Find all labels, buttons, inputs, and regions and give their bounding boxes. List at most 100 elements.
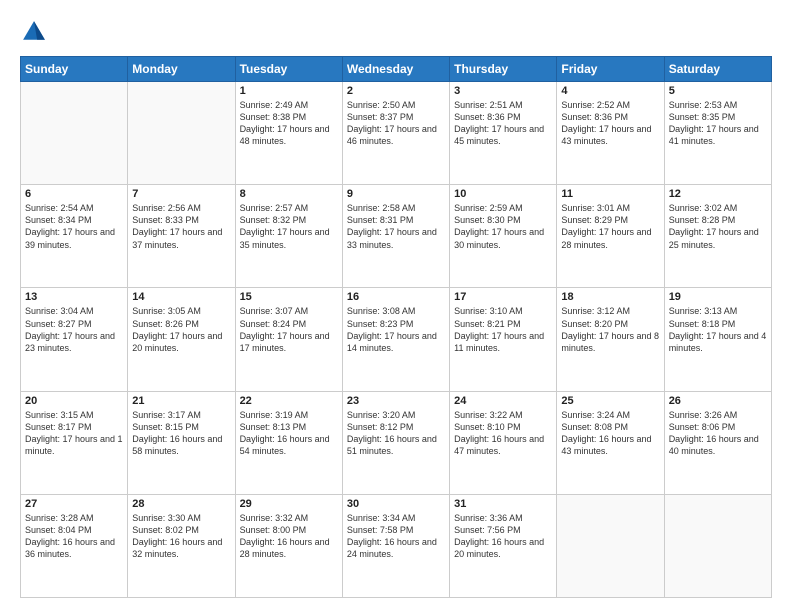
day-cell: 29 Sunrise: 3:32 AM Sunset: 8:00 PM Dayli… — [235, 494, 342, 597]
col-header-saturday: Saturday — [664, 57, 771, 82]
day-info: Sunrise: 2:54 AM Sunset: 8:34 PM Dayligh… — [25, 202, 123, 251]
day-info: Sunrise: 3:13 AM Sunset: 8:18 PM Dayligh… — [669, 305, 767, 354]
day-cell: 11 Sunrise: 3:01 AM Sunset: 8:29 PM Dayli… — [557, 185, 664, 288]
day-info: Sunrise: 2:52 AM Sunset: 8:36 PM Dayligh… — [561, 99, 659, 148]
day-number: 5 — [669, 85, 767, 97]
day-cell: 23 Sunrise: 3:20 AM Sunset: 8:12 PM Dayli… — [342, 391, 449, 494]
day-info: Sunrise: 3:17 AM Sunset: 8:15 PM Dayligh… — [132, 409, 230, 458]
day-number: 3 — [454, 85, 552, 97]
header — [20, 18, 772, 46]
calendar-table: SundayMondayTuesdayWednesdayThursdayFrid… — [20, 56, 772, 598]
page: SundayMondayTuesdayWednesdayThursdayFrid… — [0, 0, 792, 612]
day-info: Sunrise: 2:57 AM Sunset: 8:32 PM Dayligh… — [240, 202, 338, 251]
day-number: 1 — [240, 85, 338, 97]
day-number: 29 — [240, 498, 338, 510]
day-info: Sunrise: 3:20 AM Sunset: 8:12 PM Dayligh… — [347, 409, 445, 458]
col-header-monday: Monday — [128, 57, 235, 82]
col-header-tuesday: Tuesday — [235, 57, 342, 82]
day-cell: 21 Sunrise: 3:17 AM Sunset: 8:15 PM Dayli… — [128, 391, 235, 494]
day-number: 23 — [347, 395, 445, 407]
day-number: 8 — [240, 188, 338, 200]
day-number: 10 — [454, 188, 552, 200]
day-cell: 19 Sunrise: 3:13 AM Sunset: 8:18 PM Dayli… — [664, 288, 771, 391]
day-info: Sunrise: 3:05 AM Sunset: 8:26 PM Dayligh… — [132, 305, 230, 354]
day-cell: 5 Sunrise: 2:53 AM Sunset: 8:35 PM Daylig… — [664, 82, 771, 185]
week-row-4: 20 Sunrise: 3:15 AM Sunset: 8:17 PM Dayli… — [21, 391, 772, 494]
day-cell: 8 Sunrise: 2:57 AM Sunset: 8:32 PM Daylig… — [235, 185, 342, 288]
day-number: 20 — [25, 395, 123, 407]
day-number: 6 — [25, 188, 123, 200]
day-info: Sunrise: 3:04 AM Sunset: 8:27 PM Dayligh… — [25, 305, 123, 354]
day-number: 19 — [669, 291, 767, 303]
day-number: 13 — [25, 291, 123, 303]
day-number: 25 — [561, 395, 659, 407]
day-number: 11 — [561, 188, 659, 200]
day-cell: 13 Sunrise: 3:04 AM Sunset: 8:27 PM Dayli… — [21, 288, 128, 391]
week-row-2: 6 Sunrise: 2:54 AM Sunset: 8:34 PM Daylig… — [21, 185, 772, 288]
day-number: 14 — [132, 291, 230, 303]
day-cell: 7Sunrise: 2:56 AM Sunset: 8:33 PM Daylig… — [128, 185, 235, 288]
day-number: 24 — [454, 395, 552, 407]
logo-icon — [20, 18, 48, 46]
day-info: Sunrise: 3:12 AM Sunset: 8:20 PM Dayligh… — [561, 305, 659, 354]
day-cell: 26Sunrise: 3:26 AM Sunset: 8:06 PM Dayli… — [664, 391, 771, 494]
day-number: 2 — [347, 85, 445, 97]
col-header-thursday: Thursday — [450, 57, 557, 82]
day-cell: 15 Sunrise: 3:07 AM Sunset: 8:24 PM Dayli… — [235, 288, 342, 391]
day-info: Sunrise: 2:51 AM Sunset: 8:36 PM Dayligh… — [454, 99, 552, 148]
day-info: Sunrise: 2:50 AM Sunset: 8:37 PM Dayligh… — [347, 99, 445, 148]
day-info: Sunrise: 2:53 AM Sunset: 8:35 PM Dayligh… — [669, 99, 767, 148]
day-info: Sunrise: 3:08 AM Sunset: 8:23 PM Dayligh… — [347, 305, 445, 354]
day-cell: 6 Sunrise: 2:54 AM Sunset: 8:34 PM Daylig… — [21, 185, 128, 288]
day-cell: 22 Sunrise: 3:19 AM Sunset: 8:13 PM Dayli… — [235, 391, 342, 494]
day-number: 12 — [669, 188, 767, 200]
day-info: Sunrise: 3:24 AM Sunset: 8:08 PM Dayligh… — [561, 409, 659, 458]
day-cell: 18Sunrise: 3:12 AM Sunset: 8:20 PM Dayli… — [557, 288, 664, 391]
day-cell — [664, 494, 771, 597]
day-info: Sunrise: 3:19 AM Sunset: 8:13 PM Dayligh… — [240, 409, 338, 458]
day-cell: 1 Sunrise: 2:49 AM Sunset: 8:38 PM Daylig… — [235, 82, 342, 185]
week-row-5: 27 Sunrise: 3:28 AM Sunset: 8:04 PM Dayli… — [21, 494, 772, 597]
day-cell: 17Sunrise: 3:10 AM Sunset: 8:21 PM Dayli… — [450, 288, 557, 391]
day-number: 28 — [132, 498, 230, 510]
day-cell: 30 Sunrise: 3:34 AM Sunset: 7:58 PM Dayli… — [342, 494, 449, 597]
day-info: Sunrise: 3:07 AM Sunset: 8:24 PM Dayligh… — [240, 305, 338, 354]
day-cell: 24Sunrise: 3:22 AM Sunset: 8:10 PM Dayli… — [450, 391, 557, 494]
day-cell: 20 Sunrise: 3:15 AM Sunset: 8:17 PM Dayli… — [21, 391, 128, 494]
day-cell: 12 Sunrise: 3:02 AM Sunset: 8:28 PM Dayli… — [664, 185, 771, 288]
day-info: Sunrise: 3:15 AM Sunset: 8:17 PM Dayligh… — [25, 409, 123, 458]
day-number: 21 — [132, 395, 230, 407]
day-cell: 31Sunrise: 3:36 AM Sunset: 7:56 PM Dayli… — [450, 494, 557, 597]
day-info: Sunrise: 3:02 AM Sunset: 8:28 PM Dayligh… — [669, 202, 767, 251]
day-info: Sunrise: 3:34 AM Sunset: 7:58 PM Dayligh… — [347, 512, 445, 561]
day-info: Sunrise: 3:30 AM Sunset: 8:02 PM Dayligh… — [132, 512, 230, 561]
day-number: 27 — [25, 498, 123, 510]
day-number: 30 — [347, 498, 445, 510]
day-info: Sunrise: 3:01 AM Sunset: 8:29 PM Dayligh… — [561, 202, 659, 251]
day-cell: 3 Sunrise: 2:51 AM Sunset: 8:36 PM Daylig… — [450, 82, 557, 185]
day-number: 15 — [240, 291, 338, 303]
logo — [20, 18, 52, 46]
day-info: Sunrise: 3:28 AM Sunset: 8:04 PM Dayligh… — [25, 512, 123, 561]
day-info: Sunrise: 3:32 AM Sunset: 8:00 PM Dayligh… — [240, 512, 338, 561]
week-row-1: 1 Sunrise: 2:49 AM Sunset: 8:38 PM Daylig… — [21, 82, 772, 185]
day-cell: 25 Sunrise: 3:24 AM Sunset: 8:08 PM Dayli… — [557, 391, 664, 494]
day-info: Sunrise: 3:26 AM Sunset: 8:06 PM Dayligh… — [669, 409, 767, 458]
day-cell: 2 Sunrise: 2:50 AM Sunset: 8:37 PM Daylig… — [342, 82, 449, 185]
day-number: 22 — [240, 395, 338, 407]
week-row-3: 13 Sunrise: 3:04 AM Sunset: 8:27 PM Dayli… — [21, 288, 772, 391]
day-cell: 14 Sunrise: 3:05 AM Sunset: 8:26 PM Dayli… — [128, 288, 235, 391]
day-cell: 27 Sunrise: 3:28 AM Sunset: 8:04 PM Dayli… — [21, 494, 128, 597]
day-cell — [557, 494, 664, 597]
day-number: 4 — [561, 85, 659, 97]
day-cell: 28 Sunrise: 3:30 AM Sunset: 8:02 PM Dayli… — [128, 494, 235, 597]
day-info: Sunrise: 2:59 AM Sunset: 8:30 PM Dayligh… — [454, 202, 552, 251]
day-number: 9 — [347, 188, 445, 200]
day-info: Sunrise: 2:49 AM Sunset: 8:38 PM Dayligh… — [240, 99, 338, 148]
col-header-wednesday: Wednesday — [342, 57, 449, 82]
day-info: Sunrise: 2:56 AM Sunset: 8:33 PM Dayligh… — [132, 202, 230, 251]
day-number: 16 — [347, 291, 445, 303]
day-number: 17 — [454, 291, 552, 303]
day-info: Sunrise: 3:36 AM Sunset: 7:56 PM Dayligh… — [454, 512, 552, 561]
day-info: Sunrise: 2:58 AM Sunset: 8:31 PM Dayligh… — [347, 202, 445, 251]
